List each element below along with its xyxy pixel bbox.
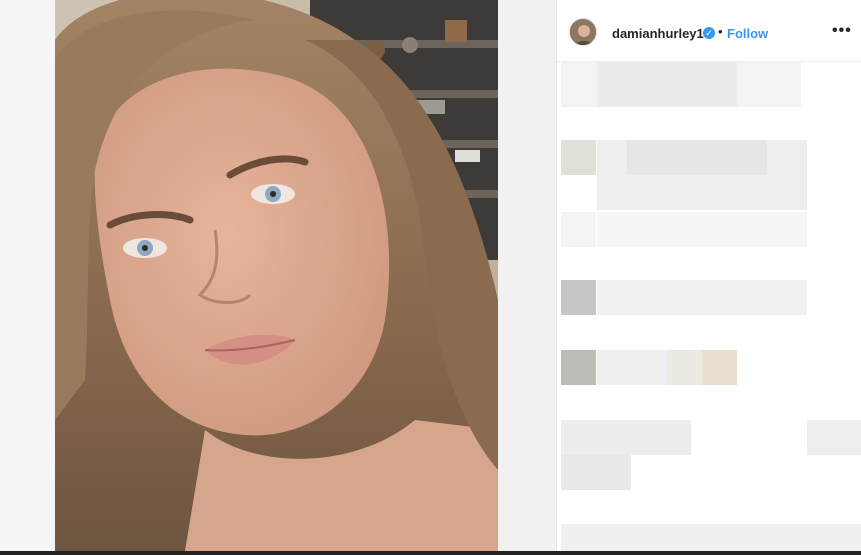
- profile-avatar[interactable]: [569, 18, 597, 46]
- post-photo[interactable]: [55, 0, 498, 551]
- pixelated-comments-area: [557, 62, 861, 555]
- blur-block: [561, 455, 631, 490]
- bottom-edge: [0, 551, 861, 555]
- post-photo-image: [55, 0, 498, 551]
- blur-block: [807, 420, 861, 455]
- follow-button[interactable]: Follow: [727, 26, 768, 41]
- blur-block: [561, 420, 691, 455]
- blur-block: [561, 280, 596, 315]
- blur-block: [627, 140, 767, 175]
- avatar-image: [570, 19, 596, 45]
- more-options-icon[interactable]: •••: [832, 22, 852, 40]
- blur-block: [597, 280, 807, 315]
- blur-block: [561, 350, 596, 385]
- blur-block: [597, 212, 807, 247]
- left-margin: [0, 0, 55, 555]
- separator-dot: •: [718, 24, 723, 39]
- post-side-panel: damianhurley1 ✓ • Follow •••: [556, 0, 861, 555]
- blur-block: [597, 350, 667, 385]
- blur-block: [561, 140, 596, 175]
- post-header: damianhurley1 ✓ • Follow •••: [557, 0, 861, 62]
- blur-block: [702, 350, 737, 385]
- verified-badge-icon: ✓: [703, 27, 715, 39]
- blur-block: [667, 350, 702, 385]
- center-margin: [498, 0, 556, 555]
- blur-block: [561, 212, 596, 247]
- instagram-post-view: damianhurley1 ✓ • Follow •••: [0, 0, 861, 555]
- username-link[interactable]: damianhurley1: [612, 26, 704, 41]
- blur-block: [597, 62, 737, 107]
